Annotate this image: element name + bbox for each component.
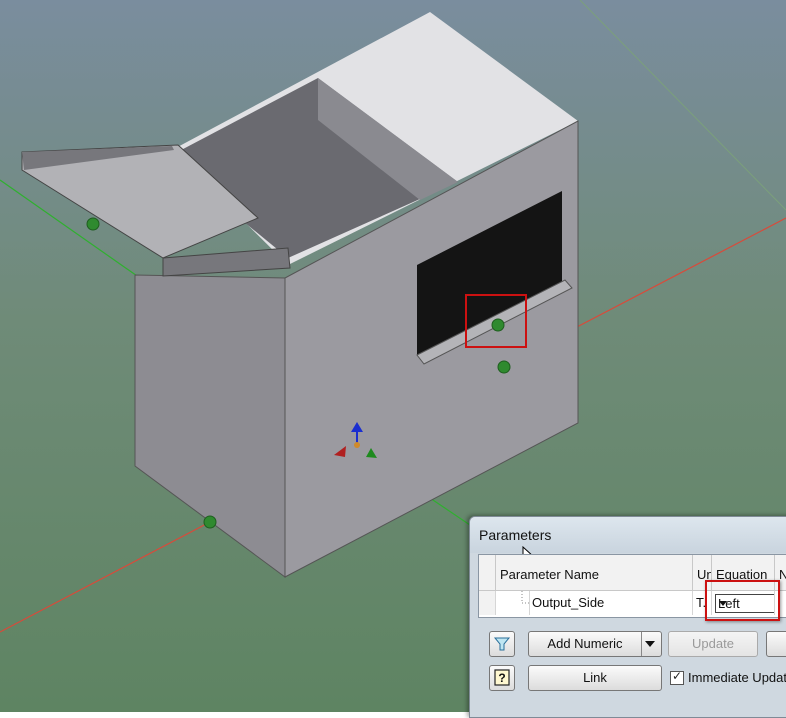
parameter-name-cell[interactable]: Output_Side bbox=[529, 591, 693, 615]
extra-button[interactable] bbox=[766, 631, 786, 657]
work-point-icon[interactable] bbox=[497, 360, 511, 374]
help-button[interactable]: ? bbox=[489, 665, 515, 691]
svg-text:?: ? bbox=[498, 671, 505, 685]
dialog-titlebar[interactable]: Parameters bbox=[470, 517, 786, 566]
work-point-icon[interactable] bbox=[203, 515, 217, 529]
work-point-icon[interactable] bbox=[86, 217, 100, 231]
filter-icon bbox=[493, 637, 511, 651]
row-header-column bbox=[479, 555, 496, 591]
help-icon: ? bbox=[494, 669, 510, 686]
dropdown-arrow-icon[interactable] bbox=[645, 641, 655, 647]
tree-indent bbox=[496, 591, 530, 615]
dialog-title: Parameters bbox=[479, 527, 552, 543]
immediate-update-checkbox[interactable] bbox=[670, 669, 684, 685]
link-button[interactable]: Link bbox=[528, 665, 662, 691]
filter-button[interactable] bbox=[489, 631, 515, 657]
add-numeric-button[interactable]: Add Numeric bbox=[528, 631, 662, 657]
split-divider bbox=[641, 632, 642, 656]
row-header[interactable] bbox=[479, 591, 496, 615]
immediate-update-label: Immediate Updat bbox=[688, 670, 786, 685]
work-point-icon[interactable] bbox=[491, 318, 505, 332]
column-parameter-name[interactable]: Parameter Name bbox=[496, 555, 693, 591]
update-button[interactable]: Update bbox=[668, 631, 758, 657]
column-label: Parameter Name bbox=[500, 567, 599, 582]
selection-highlight bbox=[705, 580, 780, 621]
column-label: N bbox=[779, 567, 786, 582]
